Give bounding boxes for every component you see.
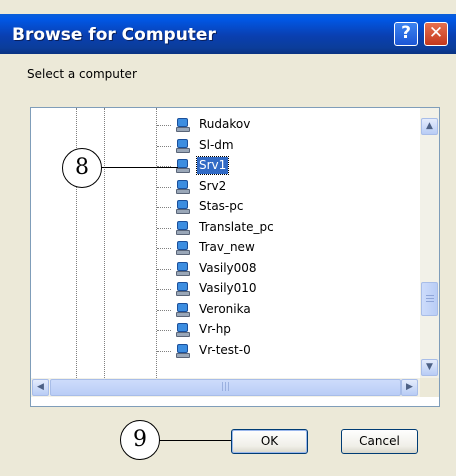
tree-connector (157, 186, 171, 188)
tree-item-label: Rudakov (199, 117, 251, 131)
help-button[interactable]: ? (394, 22, 418, 46)
tree-item-label: Srv1 (195, 156, 230, 175)
title-bar: Browse for Computer ? ✕ (0, 14, 456, 54)
monitor-shape (177, 200, 188, 209)
base-shape (176, 352, 190, 358)
callout-8: 8 (62, 148, 102, 188)
ok-button[interactable]: OK (231, 429, 308, 454)
tree-item[interactable]: Vasily010 (31, 279, 420, 299)
tree-item[interactable]: Veronika (31, 300, 420, 320)
tree-item-label: Vasily008 (199, 260, 257, 275)
base-shape (176, 127, 190, 132)
tree-connector (157, 125, 171, 126)
monitor-shape (177, 323, 188, 332)
callout-9-leader (159, 440, 231, 441)
vertical-scroll-thumb[interactable] (421, 282, 438, 316)
tree-item[interactable]: Vr-test-0 (31, 341, 420, 361)
cancel-button[interactable]: Cancel (341, 429, 418, 454)
computer-icon (176, 282, 190, 296)
grip-line (426, 295, 434, 296)
tree-item[interactable]: Vr-hp (31, 320, 420, 340)
tree-item[interactable]: Stas-pc (31, 197, 420, 217)
tree-item-label: Trav_new (199, 240, 255, 254)
tree-item[interactable]: Translate_pc (31, 218, 420, 238)
monitor-shape (177, 282, 188, 291)
scroll-up-button[interactable]: ▲ (421, 118, 438, 135)
computer-icon (176, 159, 190, 173)
computer-icon (176, 118, 190, 132)
base-shape (176, 332, 190, 337)
grip-line (426, 298, 434, 299)
dialog-prompt: Select a computer (27, 67, 137, 81)
computer-icon (176, 343, 190, 358)
computer-icon (176, 302, 190, 317)
close-button[interactable]: ✕ (424, 22, 448, 46)
monitor-shape (177, 118, 188, 127)
base-shape (176, 188, 190, 194)
scroll-right-button[interactable]: ▶ (401, 379, 418, 396)
tree-item-label: Vasily010 (199, 281, 257, 295)
base-shape (176, 147, 190, 153)
tree-connector (157, 309, 171, 311)
base-shape (176, 311, 190, 317)
callout-8-leader (101, 167, 178, 168)
tree-connector (157, 330, 171, 331)
tree-item-label: Srv2 (199, 178, 227, 193)
monitor-shape (177, 220, 188, 230)
tree-item-label: Veronika (199, 301, 251, 316)
tree-item[interactable]: Rudakov (31, 115, 420, 135)
tree-connector (157, 289, 171, 290)
computer-icon (176, 241, 190, 255)
base-shape (176, 270, 190, 276)
tree-connector (157, 227, 171, 229)
vertical-scrollbar[interactable]: ▲ ▼ (420, 108, 439, 378)
computer-icon (176, 323, 190, 337)
tree-item-label: Stas-pc (199, 199, 244, 213)
horizontal-scroll-thumb[interactable]: ||| (50, 379, 401, 396)
monitor-shape (177, 138, 188, 148)
base-shape (176, 250, 190, 255)
base-shape (176, 291, 190, 296)
tree-connector (157, 207, 171, 208)
computer-icon (176, 200, 190, 214)
window-title: Browse for Computer (12, 25, 216, 45)
tree-item[interactable]: Vasily008 (31, 259, 420, 279)
computer-icon (176, 220, 190, 235)
tree-connector (157, 248, 171, 249)
monitor-shape (177, 261, 188, 271)
computer-icon (176, 179, 190, 194)
horizontal-scrollbar[interactable]: ◀ ||| ▶ (31, 378, 420, 397)
base-shape (176, 168, 190, 173)
tree-item-label: Vr-test-0 (199, 342, 251, 357)
monitor-shape (177, 343, 188, 353)
base-shape (176, 209, 190, 214)
monitor-shape (177, 179, 188, 189)
monitor-shape (177, 241, 188, 250)
tree-item-label: Sl-dm (199, 137, 234, 152)
callout-9: 9 (120, 420, 160, 460)
scroll-left-button[interactable]: ◀ (32, 379, 49, 396)
base-shape (176, 229, 190, 235)
browse-for-computer-dialog: Browse for Computer ? ✕ Select a compute… (0, 0, 456, 476)
tree-item-label: Translate_pc (199, 219, 274, 234)
computer-icon (176, 261, 190, 276)
tree-connector (157, 268, 171, 270)
close-icon: ✕ (428, 23, 444, 43)
tree-item-label: Vr-hp (199, 322, 231, 336)
computer-icon (176, 138, 190, 153)
monitor-shape (177, 159, 188, 168)
grip-line (426, 301, 434, 302)
tree-connector (157, 350, 171, 352)
tree-connector (157, 145, 171, 147)
monitor-shape (177, 302, 188, 312)
help-icon: ? (401, 23, 411, 43)
scrollbar-corner (420, 378, 439, 397)
scroll-down-button[interactable]: ▼ (421, 359, 438, 376)
tree-item[interactable]: Trav_new (31, 238, 420, 258)
